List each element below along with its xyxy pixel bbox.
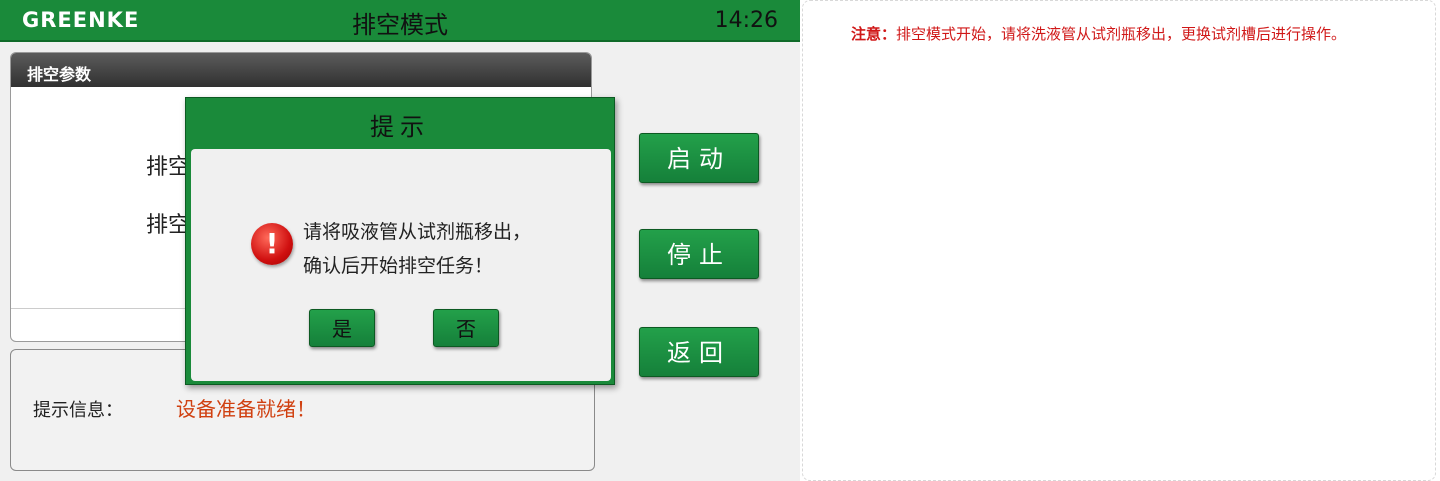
note-label: 注意： bbox=[851, 25, 897, 43]
no-button[interactable]: 否 bbox=[433, 309, 499, 347]
stop-button[interactable]: 停止 bbox=[639, 229, 759, 279]
note-panel: 注意：排空模式开始，请将洗液管从试剂瓶移出，更换试剂槽后进行操作。 bbox=[802, 0, 1436, 481]
screen-title: 排空模式 bbox=[352, 11, 448, 39]
device-screen: GREENKE 排空模式 14:26 排空参数 排空 排空 提示信息： 设备准备… bbox=[0, 0, 800, 481]
yes-button[interactable]: 是 bbox=[309, 309, 375, 347]
start-button[interactable]: 启动 bbox=[639, 133, 759, 183]
clock: 14:26 bbox=[714, 8, 778, 33]
params-panel-title: 排空参数 bbox=[11, 53, 591, 87]
note-text: 注意：排空模式开始，请将洗液管从试剂瓶移出，更换试剂槽后进行操作。 bbox=[851, 23, 1417, 45]
dialog-title: 提示 bbox=[370, 113, 430, 141]
info-label: 提示信息： bbox=[33, 400, 123, 421]
dialog-body: ! 请将吸液管从试剂瓶移出， 确认后开始排空任务！ 是 否 bbox=[191, 149, 611, 381]
status-message: 设备准备就绪！ bbox=[176, 397, 316, 421]
confirm-dialog: 提示 ! 请将吸液管从试剂瓶移出， 确认后开始排空任务！ 是 否 bbox=[185, 97, 615, 385]
param-label-1: 排空 bbox=[146, 155, 191, 180]
top-bar: GREENKE 排空模式 14:26 bbox=[0, 0, 800, 42]
warning-icon: ! bbox=[251, 223, 293, 265]
back-button[interactable]: 返回 bbox=[639, 327, 759, 377]
dialog-message-line-2: 确认后开始排空任务！ bbox=[303, 255, 494, 277]
note-body: 排空模式开始，请将洗液管从试剂瓶移出，更换试剂槽后进行操作。 bbox=[896, 25, 1347, 43]
param-label-2: 排空 bbox=[146, 213, 191, 238]
dialog-message-line-1: 请将吸液管从试剂瓶移出， bbox=[303, 221, 532, 243]
